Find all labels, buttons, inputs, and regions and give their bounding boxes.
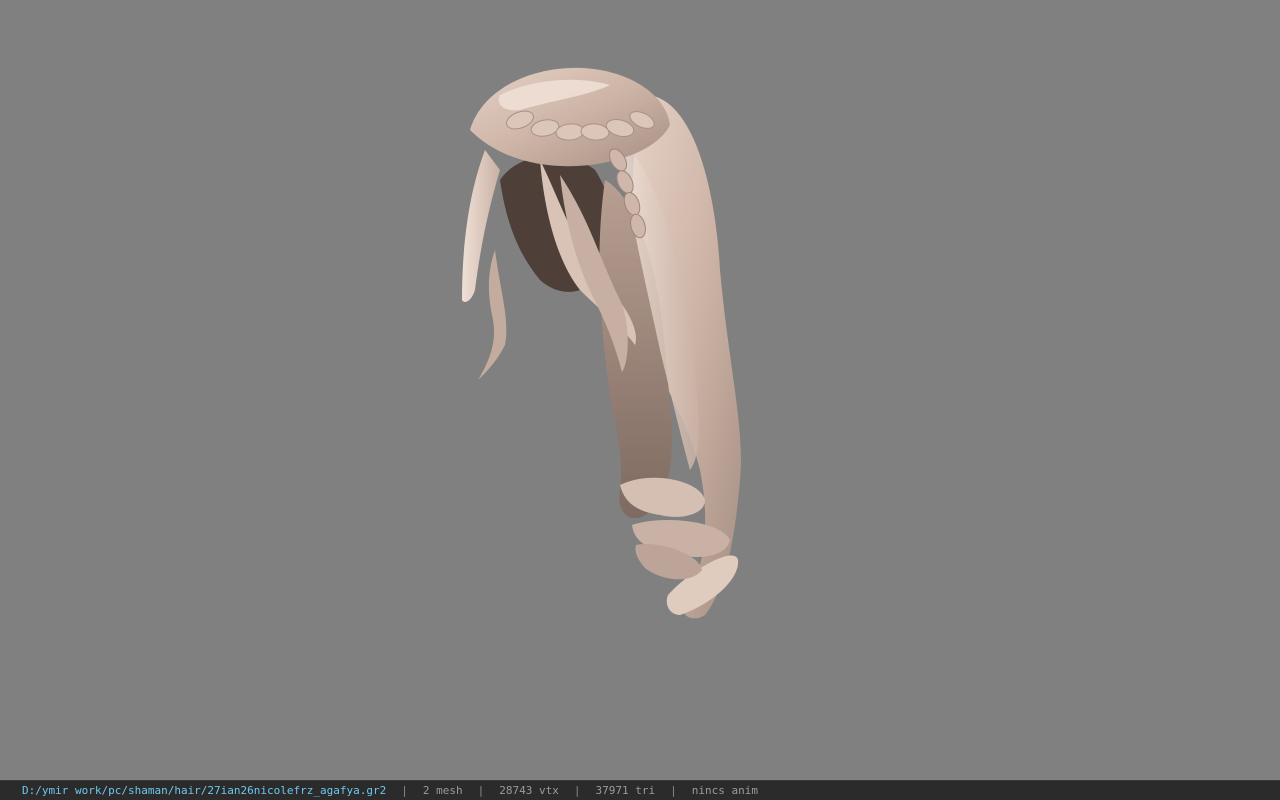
triangle-count: 37971 tri [595, 784, 656, 797]
separator: | [477, 784, 485, 797]
hair-model [462, 67, 741, 619]
separator: | [573, 784, 581, 797]
3d-viewport[interactable] [0, 0, 1280, 780]
file-path: D:/ymir work/pc/shaman/hair/27ian26nicol… [22, 784, 387, 797]
vertex-count: 28743 vtx [499, 784, 559, 797]
hair-front-strand-curl [478, 250, 507, 380]
status-bar: D:/ymir work/pc/shaman/hair/27ian26nicol… [0, 780, 1280, 800]
mesh-count: 2 mesh [422, 784, 463, 797]
animation-status: nincs anim [691, 784, 758, 797]
separator: | [401, 784, 408, 797]
separator: | [670, 784, 677, 797]
